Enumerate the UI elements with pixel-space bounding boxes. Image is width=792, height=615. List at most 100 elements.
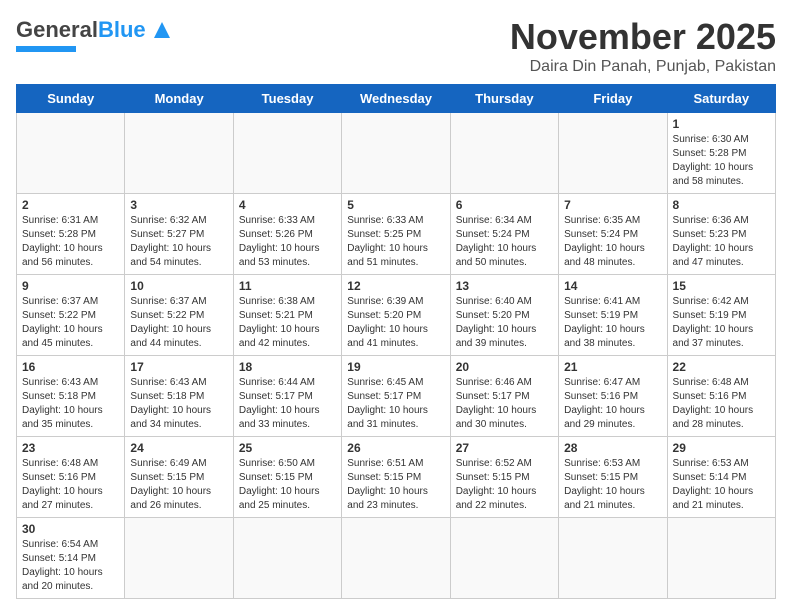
day-number: 22 <box>673 360 770 374</box>
calendar-week-1: 2Sunrise: 6:31 AM Sunset: 5:28 PM Daylig… <box>17 194 776 275</box>
calendar-cell <box>450 518 558 599</box>
day-info: Sunrise: 6:46 AM Sunset: 5:17 PM Dayligh… <box>456 376 553 432</box>
calendar-cell <box>559 518 667 599</box>
day-info: Sunrise: 6:48 AM Sunset: 5:16 PM Dayligh… <box>22 457 119 513</box>
day-number: 24 <box>130 441 227 455</box>
day-number: 23 <box>22 441 119 455</box>
calendar-cell: 1 Sunrise: 6:30 AM Sunset: 5:28 PM Daylig… <box>667 113 775 194</box>
day-number: 20 <box>456 360 553 374</box>
day-number: 14 <box>564 279 661 293</box>
calendar-week-3: 16 Sunrise: 6:43 AM Sunset: 5:18 PM Dayli… <box>17 356 776 437</box>
day-number: 30 <box>22 522 119 536</box>
calendar-cell: 8Sunrise: 6:36 AM Sunset: 5:23 PM Daylig… <box>667 194 775 275</box>
day-info: Sunrise: 6:45 AM Sunset: 5:17 PM Dayligh… <box>347 376 444 432</box>
calendar-cell: 30 Sunrise: 6:54 AM Sunset: 5:14 PM Dayli… <box>17 518 125 599</box>
day-number: 10 <box>130 279 227 293</box>
day-info: Sunrise: 6:52 AM Sunset: 5:15 PM Dayligh… <box>456 457 553 513</box>
calendar-cell: 12Sunrise: 6:39 AM Sunset: 5:20 PM Dayli… <box>342 275 450 356</box>
calendar-cell: 11Sunrise: 6:38 AM Sunset: 5:21 PM Dayli… <box>233 275 341 356</box>
calendar-cell: 5 Sunrise: 6:33 AM Sunset: 5:25 PM Daylig… <box>342 194 450 275</box>
calendar-cell: 2Sunrise: 6:31 AM Sunset: 5:28 PM Daylig… <box>17 194 125 275</box>
day-info: Sunrise: 6:54 AM Sunset: 5:14 PM Dayligh… <box>22 538 119 594</box>
calendar-cell: 22Sunrise: 6:48 AM Sunset: 5:16 PM Dayli… <box>667 356 775 437</box>
day-info: Sunrise: 6:33 AM Sunset: 5:25 PM Dayligh… <box>347 214 444 270</box>
calendar-cell: 29 Sunrise: 6:53 AM Sunset: 5:14 PM Dayli… <box>667 437 775 518</box>
calendar-cell: 19 Sunrise: 6:45 AM Sunset: 5:17 PM Dayli… <box>342 356 450 437</box>
weekday-header-tuesday: Tuesday <box>233 85 341 113</box>
calendar-cell: 25Sunrise: 6:50 AM Sunset: 5:15 PM Dayli… <box>233 437 341 518</box>
day-number: 15 <box>673 279 770 293</box>
calendar-week-5: 30 Sunrise: 6:54 AM Sunset: 5:14 PM Dayli… <box>17 518 776 599</box>
weekday-header-wednesday: Wednesday <box>342 85 450 113</box>
calendar-cell: 20 Sunrise: 6:46 AM Sunset: 5:17 PM Dayli… <box>450 356 558 437</box>
day-number: 5 <box>347 198 444 212</box>
calendar-cell: 10 Sunrise: 6:37 AM Sunset: 5:22 PM Dayli… <box>125 275 233 356</box>
day-info: Sunrise: 6:37 AM Sunset: 5:22 PM Dayligh… <box>130 295 227 351</box>
calendar-table: SundayMondayTuesdayWednesdayThursdayFrid… <box>16 84 776 599</box>
logo-general: General <box>16 17 98 43</box>
title-area: November 2025 Daira Din Panah, Punjab, P… <box>510 16 776 76</box>
calendar-cell: 3 Sunrise: 6:32 AM Sunset: 5:27 PM Daylig… <box>125 194 233 275</box>
calendar-cell: 18 Sunrise: 6:44 AM Sunset: 5:17 PM Dayli… <box>233 356 341 437</box>
calendar-week-0: 1 Sunrise: 6:30 AM Sunset: 5:28 PM Daylig… <box>17 113 776 194</box>
calendar-cell <box>342 518 450 599</box>
logo-bar <box>16 46 76 52</box>
day-number: 29 <box>673 441 770 455</box>
calendar-cell: 6Sunrise: 6:34 AM Sunset: 5:24 PM Daylig… <box>450 194 558 275</box>
day-number: 2 <box>22 198 119 212</box>
day-info: Sunrise: 6:49 AM Sunset: 5:15 PM Dayligh… <box>130 457 227 513</box>
calendar-cell: 27Sunrise: 6:52 AM Sunset: 5:15 PM Dayli… <box>450 437 558 518</box>
day-number: 18 <box>239 360 336 374</box>
calendar-cell <box>125 113 233 194</box>
day-info: Sunrise: 6:51 AM Sunset: 5:15 PM Dayligh… <box>347 457 444 513</box>
calendar-cell: 16 Sunrise: 6:43 AM Sunset: 5:18 PM Dayli… <box>17 356 125 437</box>
weekday-header-saturday: Saturday <box>667 85 775 113</box>
day-info: Sunrise: 6:50 AM Sunset: 5:15 PM Dayligh… <box>239 457 336 513</box>
day-number: 1 <box>673 117 770 131</box>
day-info: Sunrise: 6:44 AM Sunset: 5:17 PM Dayligh… <box>239 376 336 432</box>
day-info: Sunrise: 6:47 AM Sunset: 5:16 PM Dayligh… <box>564 376 661 432</box>
calendar-cell <box>450 113 558 194</box>
calendar-body: 1 Sunrise: 6:30 AM Sunset: 5:28 PM Daylig… <box>17 113 776 599</box>
calendar-cell: 24 Sunrise: 6:49 AM Sunset: 5:15 PM Dayli… <box>125 437 233 518</box>
day-info: Sunrise: 6:53 AM Sunset: 5:14 PM Dayligh… <box>673 457 770 513</box>
logo-blue: Blue <box>98 17 146 43</box>
month-title: November 2025 <box>510 16 776 58</box>
location-title: Daira Din Panah, Punjab, Pakistan <box>510 58 776 76</box>
day-number: 13 <box>456 279 553 293</box>
day-number: 16 <box>22 360 119 374</box>
day-info: Sunrise: 6:35 AM Sunset: 5:24 PM Dayligh… <box>564 214 661 270</box>
header: General Blue November 2025 Daira Din Pan… <box>16 16 776 76</box>
logo: General Blue <box>16 16 176 52</box>
day-info: Sunrise: 6:30 AM Sunset: 5:28 PM Dayligh… <box>673 133 770 189</box>
day-number: 21 <box>564 360 661 374</box>
calendar-header: SundayMondayTuesdayWednesdayThursdayFrid… <box>17 85 776 113</box>
day-info: Sunrise: 6:43 AM Sunset: 5:18 PM Dayligh… <box>22 376 119 432</box>
day-info: Sunrise: 6:43 AM Sunset: 5:18 PM Dayligh… <box>130 376 227 432</box>
calendar-cell: 7 Sunrise: 6:35 AM Sunset: 5:24 PM Daylig… <box>559 194 667 275</box>
day-info: Sunrise: 6:41 AM Sunset: 5:19 PM Dayligh… <box>564 295 661 351</box>
day-number: 7 <box>564 198 661 212</box>
weekday-header-thursday: Thursday <box>450 85 558 113</box>
calendar-cell: 17Sunrise: 6:43 AM Sunset: 5:18 PM Dayli… <box>125 356 233 437</box>
calendar-cell <box>17 113 125 194</box>
logo-icon <box>148 16 176 44</box>
day-number: 3 <box>130 198 227 212</box>
day-info: Sunrise: 6:32 AM Sunset: 5:27 PM Dayligh… <box>130 214 227 270</box>
day-info: Sunrise: 6:36 AM Sunset: 5:23 PM Dayligh… <box>673 214 770 270</box>
calendar-cell: 13Sunrise: 6:40 AM Sunset: 5:20 PM Dayli… <box>450 275 558 356</box>
calendar-cell: 21 Sunrise: 6:47 AM Sunset: 5:16 PM Dayli… <box>559 356 667 437</box>
weekday-header-sunday: Sunday <box>17 85 125 113</box>
calendar-cell <box>667 518 775 599</box>
calendar-cell: 4Sunrise: 6:33 AM Sunset: 5:26 PM Daylig… <box>233 194 341 275</box>
calendar-cell: 23 Sunrise: 6:48 AM Sunset: 5:16 PM Dayli… <box>17 437 125 518</box>
day-number: 19 <box>347 360 444 374</box>
day-number: 28 <box>564 441 661 455</box>
calendar-cell: 15Sunrise: 6:42 AM Sunset: 5:19 PM Dayli… <box>667 275 775 356</box>
day-number: 9 <box>22 279 119 293</box>
calendar-cell <box>559 113 667 194</box>
calendar-week-4: 23 Sunrise: 6:48 AM Sunset: 5:16 PM Dayli… <box>17 437 776 518</box>
calendar-cell: 9Sunrise: 6:37 AM Sunset: 5:22 PM Daylig… <box>17 275 125 356</box>
day-info: Sunrise: 6:38 AM Sunset: 5:21 PM Dayligh… <box>239 295 336 351</box>
calendar-cell: 26Sunrise: 6:51 AM Sunset: 5:15 PM Dayli… <box>342 437 450 518</box>
